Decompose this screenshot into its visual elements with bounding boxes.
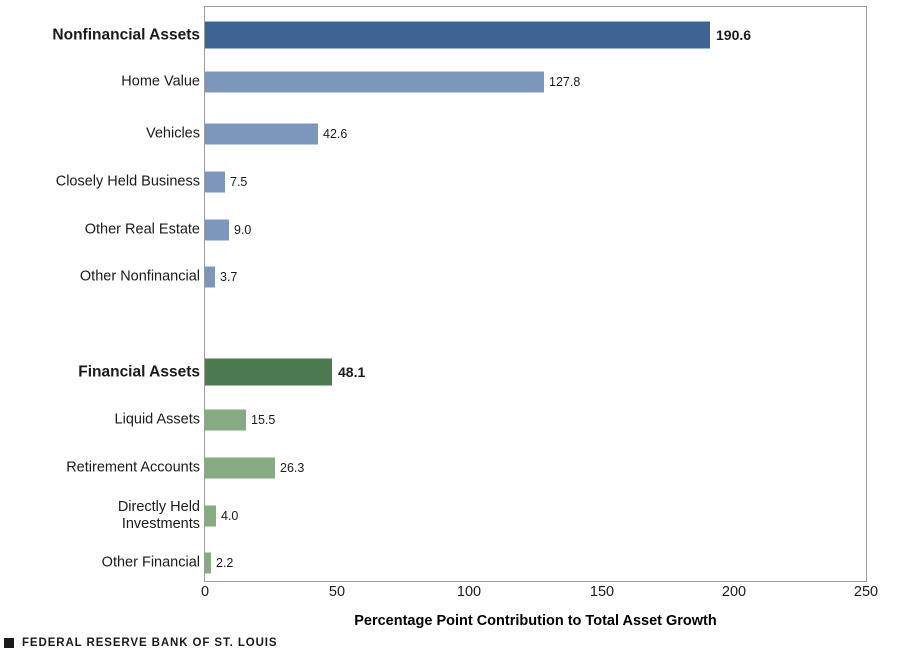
bar-other-real-estate bbox=[205, 219, 229, 241]
bar-value-other-financial: 2.2 bbox=[216, 556, 234, 570]
x-tick-150: 150 bbox=[589, 584, 615, 600]
bar-label-nonfinancial-assets: Nonfinancial Assets bbox=[52, 26, 200, 44]
bar-directly-held-investments bbox=[205, 505, 216, 527]
bar-value-nonfinancial-assets: 190.6 bbox=[716, 27, 752, 43]
bar-financial-assets bbox=[205, 358, 332, 386]
x-tick-200: 200 bbox=[721, 584, 747, 600]
bar-home-value bbox=[205, 71, 544, 93]
bar-closely-held-business bbox=[205, 171, 225, 193]
bar-label-vehicles: Vehicles bbox=[145, 125, 200, 142]
bar-label-liquid-assets: Liquid Assets bbox=[114, 411, 200, 428]
bar-other-nonfinancial bbox=[205, 266, 215, 288]
square-mark-icon bbox=[4, 638, 14, 648]
footer-label: FEDERAL RESERVE BANK OF ST. LOUIS bbox=[22, 637, 278, 649]
bar-vehicles bbox=[205, 123, 318, 145]
bar-value-vehicles: 42.6 bbox=[323, 127, 348, 141]
bar-value-financial-assets: 48.1 bbox=[338, 364, 366, 380]
bar-value-closely-held-business: 7.5 bbox=[230, 175, 248, 189]
bar-label-retirement-accounts: Retirement Accounts bbox=[66, 459, 200, 476]
x-tick-100: 100 bbox=[456, 584, 482, 600]
bar-label-other-nonfinancial: Other Nonfinancial bbox=[79, 268, 200, 285]
bar-other-financial bbox=[205, 552, 211, 574]
bar-label-closely-held-business: Closely Held Business bbox=[55, 173, 200, 190]
x-tick-0: 0 bbox=[200, 584, 210, 600]
bar-label-home-value: Home Value bbox=[121, 73, 200, 90]
footer: FEDERAL RESERVE BANK OF ST. LOUIS bbox=[4, 637, 277, 649]
x-axis-title: Percentage Point Contribution to Total A… bbox=[354, 613, 717, 629]
bar-value-home-value: 127.8 bbox=[549, 75, 581, 89]
bar-value-liquid-assets: 15.5 bbox=[251, 413, 276, 427]
bar-liquid-assets bbox=[205, 409, 246, 431]
bar-value-other-nonfinancial: 3.7 bbox=[220, 270, 238, 284]
bar-rows: Nonfinancial Assets 190.6 Home Value 127… bbox=[0, 6, 909, 582]
bar-nonfinancial-assets bbox=[205, 21, 710, 49]
bar-label-other-financial: Other Financial bbox=[101, 554, 200, 571]
x-tick-250: 250 bbox=[853, 584, 879, 600]
bar-value-directly-held-investments: 4.0 bbox=[221, 509, 239, 523]
bar-label-directly-held-investments: Directly Held Investments bbox=[117, 499, 200, 532]
bar-value-other-real-estate: 9.0 bbox=[234, 223, 252, 237]
x-axis-tick-labels: 0 50 100 150 200 250 bbox=[0, 584, 909, 606]
bar-label-other-real-estate: Other Real Estate bbox=[84, 221, 200, 238]
bar-retirement-accounts bbox=[205, 457, 275, 479]
bar-chart: Nonfinancial Assets 190.6 Home Value 127… bbox=[0, 0, 909, 660]
x-tick-50: 50 bbox=[328, 584, 346, 600]
bar-value-retirement-accounts: 26.3 bbox=[280, 461, 305, 475]
bar-label-financial-assets: Financial Assets bbox=[78, 363, 200, 381]
